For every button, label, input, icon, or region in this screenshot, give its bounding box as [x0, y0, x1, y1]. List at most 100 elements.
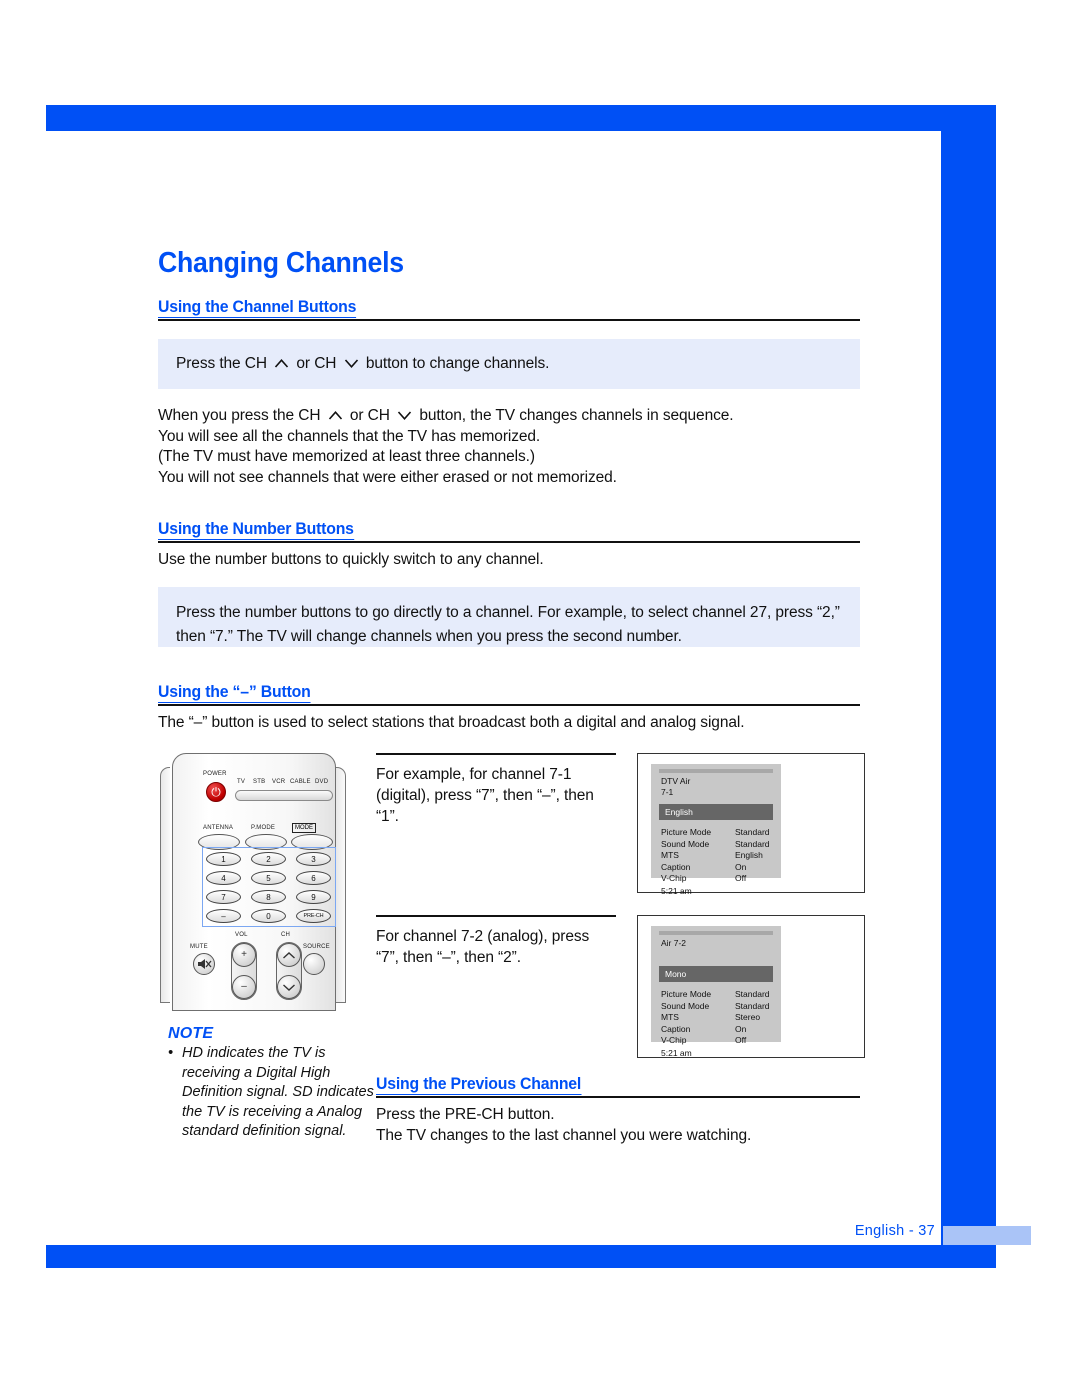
body-previous-channel: Press the PRE-CH button. The TV changes …	[376, 1105, 860, 1146]
channel-up-button[interactable]	[277, 943, 301, 967]
heading-channel-buttons: Using the Channel Buttons	[158, 297, 357, 318]
chevron-up-icon	[283, 952, 295, 959]
remote-mode-label-vcr: VCR	[272, 779, 286, 785]
remote-mode-label-tv: TV	[237, 779, 246, 785]
osd-clock: 5:21 am	[661, 886, 692, 896]
body-line: The TV changes to the last channel you w…	[376, 1126, 752, 1144]
body-line: You will see all the channels that the T…	[158, 427, 541, 445]
remote-body: POWER TV STB VCR CABLE DVD ANTENNA P.MOD…	[172, 753, 336, 1011]
mute-icon	[198, 959, 212, 969]
numpad-key-3[interactable]: 3	[296, 852, 331, 866]
numpad-key-4[interactable]: 4	[206, 871, 241, 885]
info-box-number-buttons: Press the number buttons to go directly …	[158, 587, 860, 647]
numpad-key-dash[interactable]: –	[206, 909, 241, 923]
osd-channel-line1: Air 7-2	[661, 938, 687, 948]
heading-previous-channel: Using the Previous Channel	[376, 1074, 582, 1095]
numpad-key-8[interactable]: 8	[251, 890, 286, 904]
osd-row-key: V-Chip	[661, 1035, 687, 1045]
osd-channel-line2: 7-1	[661, 787, 674, 797]
osd-row-value: On	[735, 1023, 747, 1034]
osd-topbar	[659, 931, 773, 935]
remote-right-edge	[336, 767, 346, 1003]
remote-mode-indicator-bar	[235, 790, 333, 801]
osd-row-value: Standard	[735, 838, 770, 849]
osd-row: Sound Mode Standard	[661, 1001, 779, 1013]
info-box-text-pre: Press the CH	[176, 355, 267, 372]
osd-row-key: Caption	[661, 861, 691, 872]
lead-dash-button: The “–” button is used to select station…	[158, 714, 745, 731]
body-text-pre: When you press the CH	[158, 407, 321, 424]
source-button[interactable]	[303, 953, 325, 975]
info-box-channel-buttons: Press the CH or CH button to change chan…	[158, 339, 860, 389]
numpad-key-2[interactable]: 2	[251, 852, 286, 866]
page-title: Changing Channels	[158, 247, 404, 279]
volume-up-button[interactable]: +	[232, 943, 256, 967]
note-body: • HD indicates the TV is receiving a Digi…	[168, 1044, 382, 1142]
osd-row: V-Chip Off	[661, 1035, 779, 1047]
osd-row: Caption On	[661, 862, 779, 874]
chevron-up-icon	[274, 358, 289, 369]
remote-control-illustration: POWER TV STB VCR CABLE DVD ANTENNA P.MOD…	[160, 753, 348, 1011]
numpad-key-0[interactable]: 0	[251, 909, 286, 923]
remote-antenna-label: ANTENNA	[203, 825, 234, 831]
numpad-key-pre-ch[interactable]: PRE-CH	[296, 909, 331, 923]
body-text-post: button, the TV changes channels in seque…	[419, 407, 734, 424]
power-button[interactable]	[206, 782, 226, 802]
osd-highlight-row: Mono	[659, 966, 773, 982]
remote-left-edge	[160, 767, 170, 1003]
body-line: Press the PRE-CH button.	[376, 1106, 555, 1123]
heading-dash-button-wrap: Using the “–” Button	[158, 682, 860, 706]
osd-row-value: English	[735, 850, 763, 860]
osd-row-key: MTS	[661, 850, 679, 860]
osd-frame-1: DTV Air 7-1 English Picture Mode Standard…	[637, 753, 865, 896]
osd-row: Picture Mode Standard	[661, 989, 779, 1001]
volume-down-button[interactable]: –	[232, 975, 256, 999]
osd-channel-line1: DTV Air	[661, 776, 691, 786]
numpad-key-6[interactable]: 6	[296, 871, 331, 885]
numpad-key-9[interactable]: 9	[296, 890, 331, 904]
osd-row-key: MTS	[661, 1012, 679, 1022]
numpad-key-7[interactable]: 7	[206, 890, 241, 904]
note-text: HD indicates the TV is receiving a Digit…	[182, 1045, 374, 1139]
remote-ch-label: CH	[281, 932, 291, 938]
osd-row-value: Off	[735, 873, 747, 883]
osd-row-key: Caption	[661, 1023, 691, 1034]
body-channel-buttons: When you press the CH or CH button, the …	[158, 406, 860, 488]
osd-row-key: Sound Mode	[661, 1000, 710, 1011]
osd-row-key: Picture Mode	[661, 989, 712, 999]
page-content: Changing Channels Using the Channel Butt…	[0, 0, 1080, 1377]
osd-settings-list: Picture Mode Standard Sound Mode Standard …	[661, 827, 779, 885]
heading-number-buttons: Using the Number Buttons	[158, 519, 354, 540]
osd-row-value: Standard	[735, 827, 770, 837]
heading-dash-button: Using the “–” Button	[158, 682, 311, 703]
osd-row-key: Picture Mode	[661, 827, 712, 837]
note-title: NOTE	[168, 1025, 214, 1042]
remote-pmode-label: P.MODE	[251, 825, 276, 831]
body-line-first: When you press the CH or CH button, the …	[158, 406, 860, 427]
heading-channel-buttons-wrap: Using the Channel Buttons	[158, 297, 860, 321]
chevron-down-icon	[344, 358, 359, 369]
osd-row-key: V-Chip	[661, 873, 687, 883]
osd-channel-label: Air 7-2	[661, 938, 686, 949]
osd-clock: 5:21 am	[661, 1048, 692, 1058]
numpad-key-5[interactable]: 5	[251, 871, 286, 885]
heading-previous-channel-wrap: Using the Previous Channel	[376, 1074, 860, 1098]
note-bullet: •	[168, 1045, 174, 1061]
osd-highlight-row: English	[659, 804, 773, 820]
chevron-down-icon	[397, 410, 412, 421]
example-text-1: For example, for channel 7-1 (digital), …	[376, 753, 616, 827]
channel-down-button[interactable]	[277, 975, 301, 999]
body-line: (The TV must have memorized at least thr…	[158, 448, 535, 465]
remote-mute-label: MUTE	[190, 944, 208, 950]
osd-topbar	[659, 769, 773, 773]
remote-mode-label-box: MODE	[292, 823, 316, 833]
osd-row-value: On	[735, 861, 747, 872]
numpad-key-1[interactable]: 1	[206, 852, 241, 866]
body-line: You will not see channels that were eith…	[158, 468, 617, 486]
osd-row-key: Sound Mode	[661, 838, 710, 849]
osd-row: Caption On	[661, 1024, 779, 1036]
osd-row-value: Standard	[735, 989, 770, 999]
remote-mode-label-dvd: DVD	[315, 779, 329, 785]
mute-button[interactable]	[193, 953, 215, 975]
remote-mode-label-cable: CABLE	[290, 779, 311, 785]
